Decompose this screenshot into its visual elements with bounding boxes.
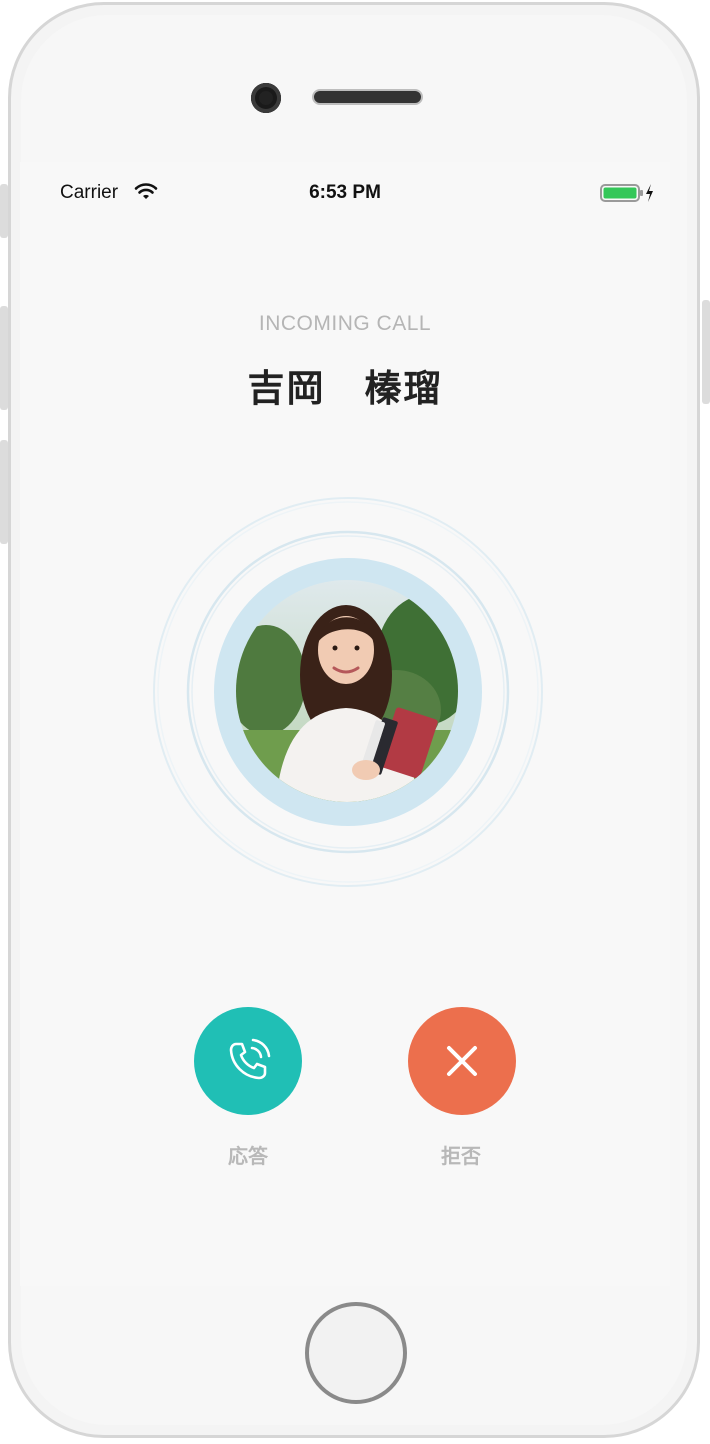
battery-charging-icon bbox=[600, 184, 653, 202]
caller-name: 吉岡 榛瑠 bbox=[247, 368, 443, 409]
volume-down-button bbox=[0, 440, 8, 544]
power-button bbox=[702, 300, 710, 404]
volume-up-button bbox=[0, 306, 8, 410]
earpiece-speaker bbox=[312, 89, 423, 105]
answer-label: 応答 bbox=[228, 1146, 268, 1168]
answer-button[interactable] bbox=[194, 1007, 302, 1115]
caller-photo-image bbox=[236, 580, 458, 802]
caller-photo bbox=[236, 580, 458, 802]
status-bar: Carrier 6:53 PM bbox=[20, 162, 670, 222]
home-button[interactable] bbox=[305, 1302, 407, 1404]
phone-ringing-icon bbox=[229, 1038, 271, 1080]
close-icon bbox=[447, 1046, 477, 1076]
clock: 6:53 PM bbox=[309, 182, 381, 203]
decline-label: 拒否 bbox=[441, 1146, 481, 1168]
decline-button[interactable] bbox=[408, 1007, 516, 1115]
call-screen: Carrier 6:53 PM INCOMING CALL 吉岡 榛瑠 応答 拒… bbox=[20, 162, 670, 1286]
front-camera bbox=[251, 83, 281, 113]
mute-switch bbox=[0, 184, 8, 238]
incoming-call-label: INCOMING CALL bbox=[258, 312, 432, 335]
